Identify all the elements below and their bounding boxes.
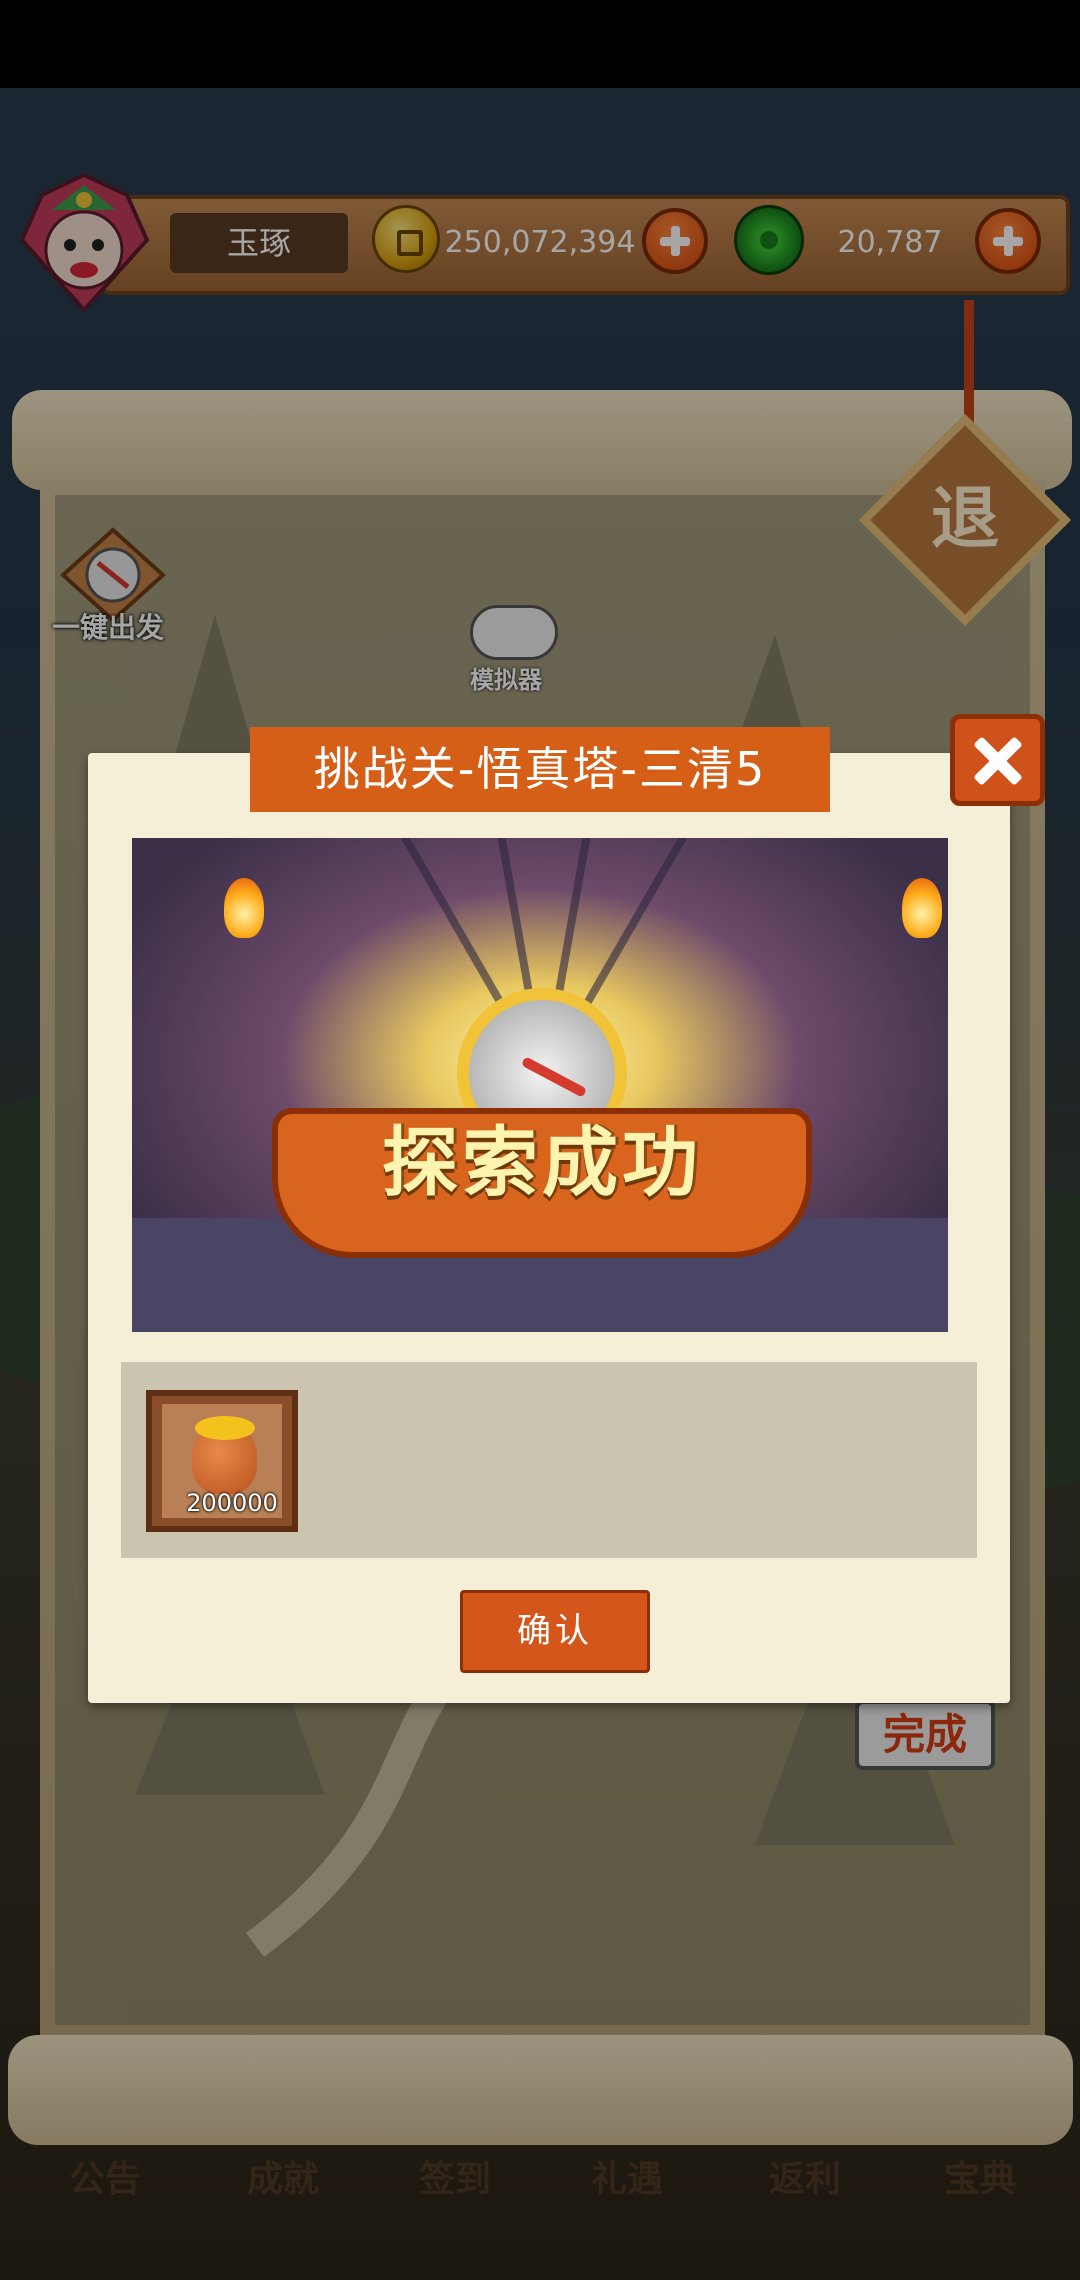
gold-coins-icon <box>195 1416 255 1440</box>
banner-text: 探索成功 <box>382 1118 702 1207</box>
torch-icon <box>902 878 942 938</box>
success-banner: 探索成功 <box>132 838 948 1332</box>
dialog-title: 挑战关-悟真塔-三清5 <box>250 727 830 812</box>
reward-item-background: 200000 <box>162 1404 282 1518</box>
confirm-button[interactable]: 确认 <box>460 1590 650 1673</box>
torch-icon <box>224 878 264 938</box>
status-bar <box>0 0 1080 88</box>
close-button[interactable] <box>950 714 1045 806</box>
reward-quantity: 200000 <box>186 1489 278 1517</box>
compass-needle <box>520 1056 588 1098</box>
reward-item[interactable]: 200000 <box>146 1390 298 1532</box>
